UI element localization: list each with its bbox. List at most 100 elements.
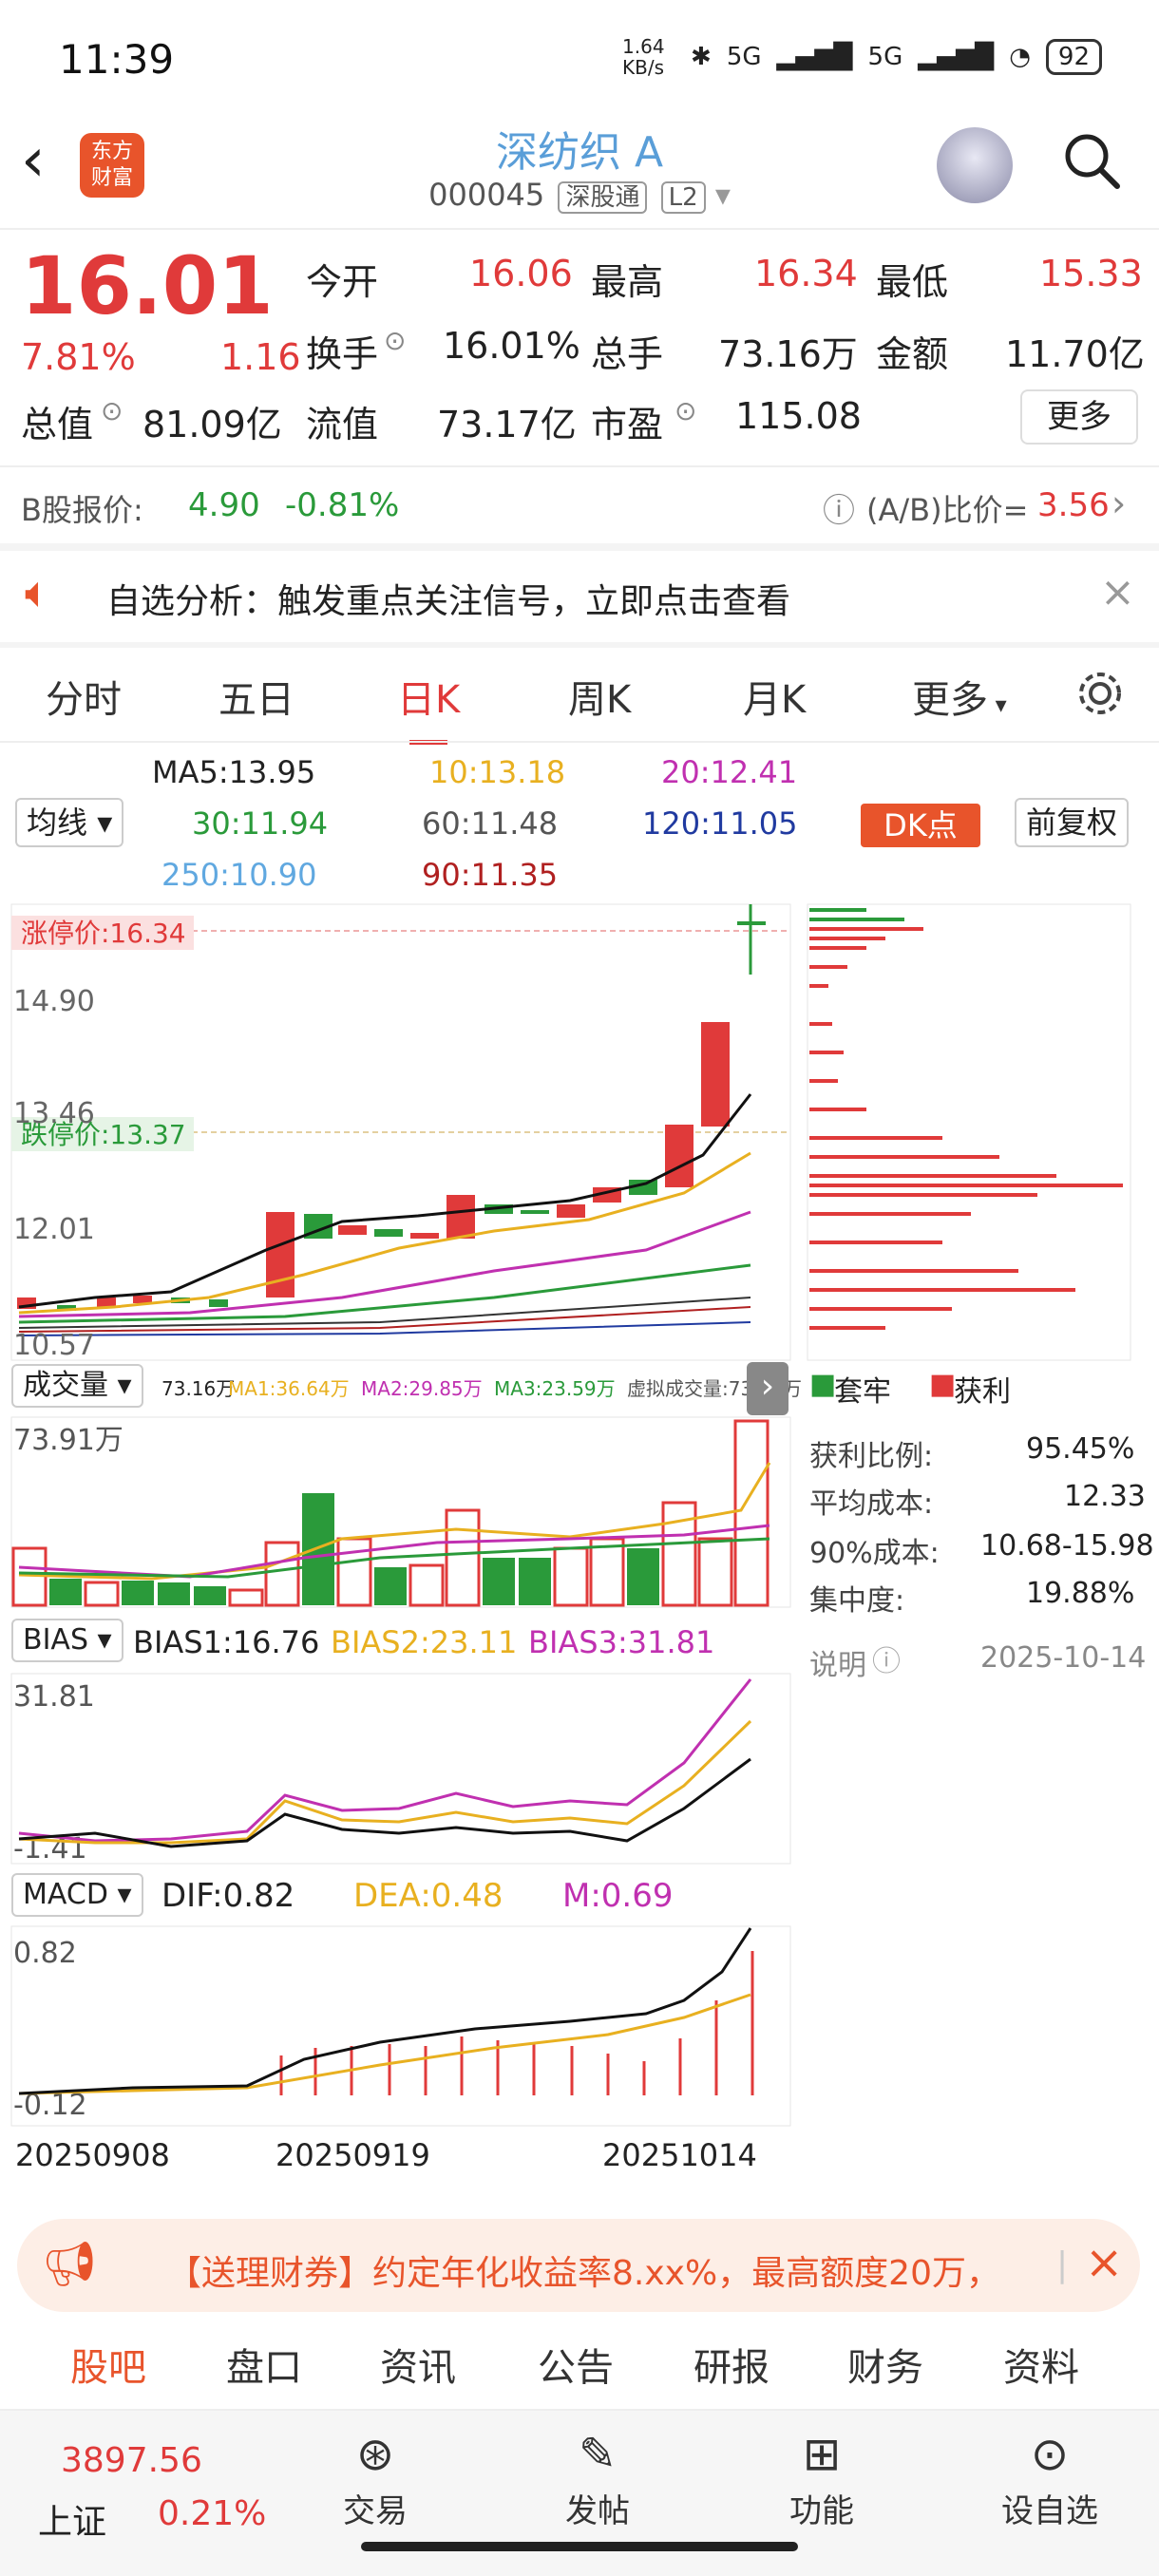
signal-5g-1: 5G (726, 43, 762, 71)
ma90-value: 90:11.35 (422, 857, 559, 893)
adjust-button[interactable]: 前复权 (1015, 798, 1130, 847)
gear-icon[interactable] (1074, 667, 1127, 720)
macd-dif-value: DIF:0.82 (162, 1877, 295, 1915)
ma-selector-label: 均线 (27, 805, 88, 841)
info-icon[interactable]: ⓘ (872, 1638, 901, 1679)
signal-bars-icon: ▂▄▆█ (776, 43, 853, 71)
tab-finance[interactable]: 财务 (847, 2337, 923, 2392)
tab-news[interactable]: 资讯 (380, 2337, 456, 2392)
edit-icon: ✎ (578, 2428, 618, 2481)
tab-daily-k[interactable]: 日K (397, 669, 460, 745)
date-tick-2: 20250919 (276, 2137, 430, 2173)
megaphone-icon: 📢︎ (42, 2238, 98, 2289)
y-tick-2: 13.46 (13, 1097, 95, 1130)
float-label: 流值 (306, 404, 379, 445)
upper-limit-label: 涨停价:16.34 (21, 918, 186, 949)
legend-trapped: 套牢 (834, 1375, 891, 1409)
amount-label: 金额 (876, 333, 949, 375)
tab-order-book[interactable]: 盘口 (226, 2337, 302, 2392)
promo-banner[interactable]: 📢︎ 【送理财券】约定年化收益率8.xx%，最高额度20万， | × (17, 2219, 1140, 2312)
trade-label: 交易 (343, 2492, 408, 2530)
dk-point-button[interactable]: DK点 (861, 804, 980, 847)
yen-icon: ⊛ (355, 2428, 395, 2481)
tab-monthly-k[interactable]: 月K (743, 669, 806, 724)
index-value[interactable]: 3897.56 (61, 2441, 202, 2480)
more-button[interactable]: 更多 (1020, 389, 1138, 445)
add-watchlist-button[interactable]: ⊙ 设自选 (988, 2428, 1112, 2531)
bias3-value: BIAS3:31.81 (528, 1624, 715, 1660)
volume-label: 总手 (591, 333, 664, 375)
alert-text[interactable]: 自选分析：触发重点关注信号，立即点击查看 (106, 574, 790, 623)
pe-value: 115.08 (735, 395, 862, 437)
kline-tabs: 分时 五日 日K 周K 月K 更多 ▾ (0, 646, 1159, 745)
ma-selector[interactable]: 均线 ▾ (15, 798, 124, 847)
index-pct[interactable]: 0.21% (158, 2494, 266, 2533)
home-indicator[interactable] (361, 2542, 798, 2551)
ma30-value: 30:11.94 (192, 805, 329, 842)
chevron-right-icon[interactable]: › (1112, 483, 1126, 524)
post-button[interactable]: ✎ 发帖 (545, 2428, 650, 2531)
search-icon[interactable] (1060, 129, 1121, 190)
tab-announcements[interactable]: 公告 (538, 2337, 614, 2392)
tab-profile[interactable]: 资料 (1003, 2337, 1079, 2392)
ma120-value: 120:11.05 (642, 805, 798, 842)
tab-more[interactable]: 更多 ▾ (912, 669, 1007, 724)
macd-chart[interactable]: 0.82 -0.12 (0, 1924, 798, 2130)
mcap-label: 总值 (21, 404, 94, 445)
chip-note[interactable]: 说明 (809, 1641, 866, 1683)
open-value: 16.06 (469, 253, 573, 294)
macd-selector[interactable]: MACD ▾ (11, 1873, 143, 1917)
trade-button[interactable]: ⊛ 交易 (323, 2428, 428, 2531)
volume-ma1: MA1:36.64万 (228, 1377, 350, 1400)
close-icon[interactable]: × (1085, 2236, 1123, 2289)
info-icon[interactable]: ⊙ (384, 325, 406, 356)
assistant-avatar[interactable] (937, 127, 1013, 203)
change-amount: 1.16 (220, 336, 301, 378)
y-tick-1: 14.90 (13, 985, 95, 1018)
close-icon[interactable]: × (1100, 568, 1135, 616)
function-button[interactable]: ⊞ 功能 (770, 2428, 874, 2531)
turnover-value: 16.01% (443, 325, 580, 367)
index-name[interactable]: 上证 (38, 2494, 106, 2544)
info-icon[interactable]: ⊙ (674, 395, 696, 426)
chip-90-cost-label: 90%成本: (809, 1537, 940, 1570)
bias-selector[interactable]: BIAS ▾ (11, 1619, 124, 1662)
bshare-price: 4.90 (188, 486, 260, 524)
info-icon[interactable]: ⊙ (101, 395, 123, 426)
expand-chevron-icon[interactable]: › (747, 1362, 788, 1415)
high-label: 最高 (591, 261, 664, 303)
more-dots-icon: ⊙ (1030, 2428, 1070, 2481)
tab-weekly-k[interactable]: 周K (568, 669, 631, 724)
date-tick-3: 20251014 (602, 2137, 757, 2173)
legend-profit-swatch: ■ (929, 1368, 957, 1401)
tab-research[interactable]: 研报 (694, 2337, 770, 2392)
bias-selector-label: BIAS (23, 1623, 88, 1657)
volume-chart[interactable]: 73.91万 (0, 1415, 798, 1615)
bias-chart[interactable]: 31.81 -1.41 (0, 1672, 798, 1867)
volume-selector[interactable]: 成交量 ▾ (11, 1364, 143, 1408)
bias2-value: BIAS2:23.11 (331, 1624, 518, 1660)
ab-ratio-value[interactable]: 3.56 (1037, 486, 1110, 524)
help-icon[interactable]: ⓘ (823, 484, 855, 531)
stock-code: 000045 (428, 177, 545, 213)
tab-intraday[interactable]: 分时 (46, 669, 122, 724)
macd-ymax: 0.82 (13, 1937, 77, 1970)
low-label: 最低 (876, 261, 949, 303)
high-value: 16.34 (754, 253, 858, 294)
volume-ymax: 73.91万 (13, 1424, 124, 1457)
y-tick-4: 10.57 (13, 1329, 95, 1362)
tab-five-day[interactable]: 五日 (218, 669, 294, 724)
chip-concentration-label: 集中度: (809, 1584, 905, 1618)
date-tick-1: 20250908 (15, 2137, 170, 2173)
ma60-value: 60:11.48 (422, 805, 559, 842)
tag-level2: L2 (660, 181, 706, 214)
status-bar: 11:39 1.64 KB/s ✱ 5G ▂▄▆█ 5G ▂▄▆█ ◔ 92 (0, 0, 1159, 114)
bshare-label: B股报价: (21, 492, 143, 528)
chip-distribution (807, 903, 1131, 1361)
mcap-value: 81.09亿 (142, 404, 282, 445)
chip-90-cost-value: 10.68-15.98 (980, 1529, 1154, 1563)
tab-forum[interactable]: 股吧 (70, 2337, 146, 2392)
ab-ratio-label[interactable]: (A/B)比价= (866, 486, 1028, 530)
kline-chart[interactable]: 涨停价:16.34 跌停价:13.37 14.90 13.46 12.01 10… (0, 899, 1159, 1373)
ma10-value: 10:13.18 (429, 754, 566, 790)
